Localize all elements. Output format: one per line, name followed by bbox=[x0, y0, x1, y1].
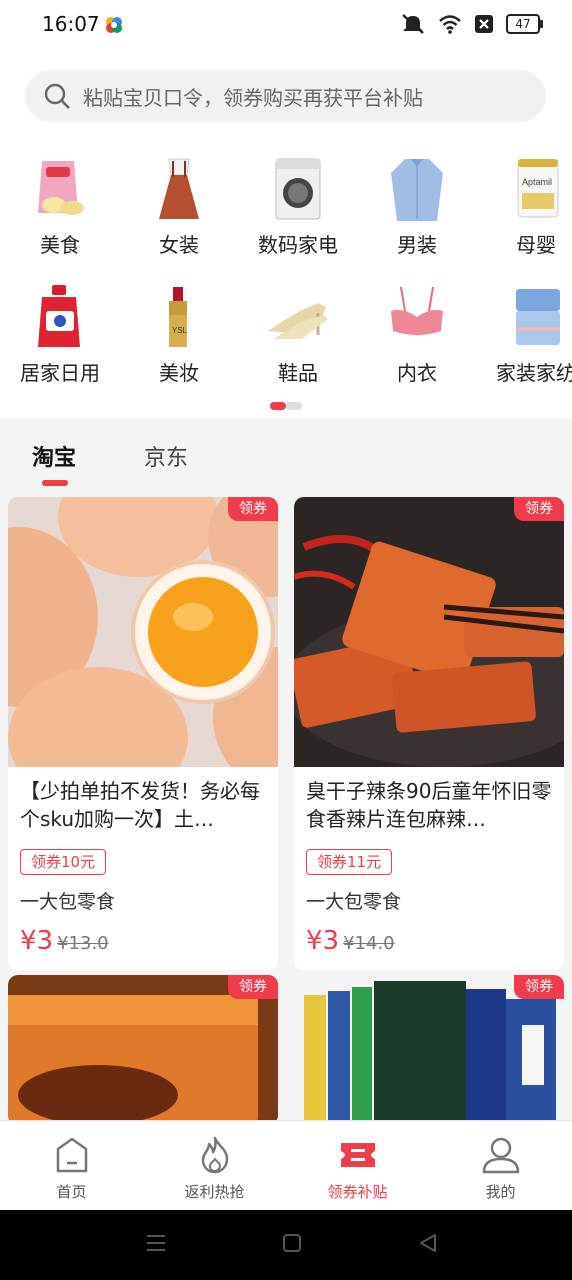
price-row: ¥3 ¥13.0 bbox=[20, 926, 266, 956]
product-card[interactable]: 领券 bbox=[294, 975, 564, 1125]
original-price: ¥14.0 bbox=[343, 933, 395, 954]
eggs-image bbox=[8, 497, 278, 767]
bedding-icon bbox=[516, 289, 560, 345]
formula-can-icon: Aptamil bbox=[517, 159, 559, 218]
page-indicator bbox=[270, 402, 302, 410]
system-navigation-bar bbox=[0, 1210, 572, 1280]
coupon-tag[interactable]: 领券11元 bbox=[306, 849, 393, 875]
product-image: 领券 bbox=[8, 497, 278, 767]
snack-bag-icon bbox=[38, 161, 84, 215]
nav-label: 返利热抢 bbox=[184, 1183, 245, 1201]
product-image: 领券 bbox=[294, 497, 564, 767]
page-dot-active bbox=[270, 402, 286, 410]
product-subtitle: 一大包零食 bbox=[20, 891, 116, 913]
product-title: 【少拍单拍不发货！务必每个sku加购一次】土… bbox=[20, 779, 260, 831]
heels-icon bbox=[268, 303, 328, 339]
nav-profile[interactable]: 我的 bbox=[429, 1121, 572, 1211]
coupon-tag[interactable]: 领券10元 bbox=[20, 849, 107, 875]
nav-label: 我的 bbox=[485, 1183, 516, 1201]
category-label: 男装 bbox=[397, 233, 437, 257]
battery-indicator: 47 bbox=[506, 14, 543, 34]
active-tab-indicator bbox=[42, 480, 68, 486]
status-time: 16:07 bbox=[42, 12, 100, 36]
product-title: 臭干子辣条90后童年怀旧零食香辣片连包麻辣… bbox=[306, 779, 552, 831]
svg-text:Aptamil: Aptamil bbox=[522, 177, 552, 187]
app-notification-icon bbox=[106, 17, 122, 33]
mute-icon bbox=[402, 14, 424, 34]
search-placeholder: 粘贴宝贝口令，领券购买再获平台补贴 bbox=[83, 85, 423, 110]
category-shoes[interactable]: 鞋品 bbox=[238, 273, 358, 398]
tab-jd[interactable]: 京东 bbox=[144, 440, 188, 472]
current-price: ¥3 bbox=[306, 926, 340, 956]
price-row: ¥3 ¥14.0 bbox=[306, 926, 552, 956]
detergent-icon bbox=[38, 285, 80, 347]
status-bar: 16:07 47 bbox=[0, 0, 572, 52]
category-label: 家装家纺 bbox=[496, 361, 572, 385]
product-subtitle: 一大包零食 bbox=[306, 891, 402, 913]
category-label: 内衣 bbox=[397, 361, 437, 385]
original-price: ¥13.0 bbox=[57, 933, 109, 954]
washing-machine-icon bbox=[275, 158, 321, 220]
category-electronics[interactable]: 数码家电 bbox=[238, 145, 358, 270]
category-food[interactable]: 美食 bbox=[0, 145, 120, 270]
nav-coupon-subsidy[interactable]: 领券补贴 bbox=[286, 1121, 429, 1211]
category-home-textiles[interactable]: 家装家纺 bbox=[476, 273, 572, 398]
current-price: ¥3 bbox=[20, 926, 54, 956]
search-icon bbox=[44, 83, 70, 109]
category-label: 鞋品 bbox=[278, 361, 318, 385]
flame-icon bbox=[201, 1136, 228, 1174]
category-cosmetics[interactable]: YSL 美妆 bbox=[119, 273, 239, 398]
coupon-badge: 领券 bbox=[514, 497, 564, 521]
product-card[interactable]: 领券 臭干子辣条90后童年怀旧零食香辣片连包麻辣… 领券11元 一大包零食 ¥3… bbox=[294, 497, 564, 970]
category-label: 女装 bbox=[159, 233, 199, 257]
category-household[interactable]: 居家日用 bbox=[0, 273, 120, 398]
platform-tabs: 淘宝 京东 bbox=[0, 430, 572, 490]
menu-icon[interactable] bbox=[145, 1232, 167, 1254]
product-card[interactable]: 领券 bbox=[8, 975, 278, 1125]
home-icon bbox=[56, 1137, 87, 1173]
nav-label: 领券补贴 bbox=[327, 1183, 388, 1201]
nav-rebate-deals[interactable]: 返利热抢 bbox=[143, 1121, 286, 1211]
coupon-ticket-icon bbox=[340, 1143, 375, 1167]
profile-icon bbox=[482, 1137, 519, 1174]
bottom-navigation: 首页 返利热抢 领券补贴 我的 bbox=[0, 1120, 572, 1211]
page-dot bbox=[286, 402, 302, 410]
category-mens-wear[interactable]: 男装 bbox=[357, 145, 477, 270]
svg-text:YSL: YSL bbox=[172, 326, 188, 335]
shirt-icon bbox=[391, 159, 443, 221]
category-underwear[interactable]: 内衣 bbox=[357, 273, 477, 398]
product-image: 领券 bbox=[294, 975, 564, 1125]
product-image: 领券 bbox=[8, 975, 278, 1125]
category-label: 数码家电 bbox=[258, 233, 338, 257]
wifi-icon bbox=[439, 15, 461, 34]
product-card[interactable]: 领券 【少拍单拍不发货！务必每个sku加购一次】土… 领券10元 一大包零食 ¥… bbox=[8, 497, 278, 970]
home-button-icon[interactable] bbox=[281, 1232, 303, 1254]
category-label: 母婴 bbox=[516, 233, 556, 257]
coupon-badge: 领券 bbox=[228, 497, 278, 521]
category-mother-baby[interactable]: Aptamil 母婴 bbox=[476, 145, 572, 270]
search-bar[interactable]: 粘贴宝贝口令，领券购买再获平台补贴 bbox=[25, 70, 546, 122]
category-label: 美食 bbox=[40, 233, 80, 257]
coupon-badge: 领券 bbox=[228, 975, 278, 999]
coupon-badge: 领券 bbox=[514, 975, 564, 999]
bra-icon bbox=[391, 286, 443, 335]
category-label: 居家日用 bbox=[20, 361, 100, 385]
category-womens-wear[interactable]: 女装 bbox=[119, 145, 239, 270]
no-sim-icon bbox=[475, 15, 493, 33]
dress-icon bbox=[159, 158, 199, 219]
nav-home[interactable]: 首页 bbox=[0, 1121, 143, 1211]
lipstick-icon: YSL bbox=[169, 287, 188, 347]
category-grid: 美食 女装 数码家电 男装 Aptamil 母婴 居家日用 YSL 美妆 鞋品 … bbox=[0, 145, 572, 395]
category-label: 美妆 bbox=[159, 361, 199, 385]
tab-taobao[interactable]: 淘宝 bbox=[32, 440, 76, 472]
back-icon[interactable] bbox=[417, 1232, 439, 1254]
spicy-strips-image bbox=[294, 497, 564, 767]
nav-label: 首页 bbox=[56, 1183, 87, 1201]
